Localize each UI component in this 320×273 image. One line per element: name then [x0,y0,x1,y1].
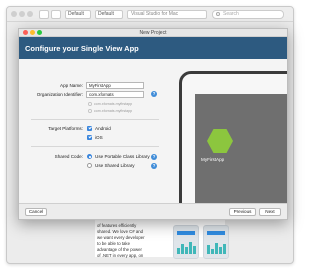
run-button[interactable] [39,10,49,19]
target-platforms-label: Target Platforms: [48,126,83,131]
document-preview: of features efficiently shared. We love … [95,215,229,259]
status-bar-text: Visual Studio for Mac [127,10,207,19]
phone-thumbnail [173,225,199,259]
shared-code-label: Shared Code: [54,154,83,159]
app-name-input[interactable]: MyFirstApp [86,82,144,89]
bundle-option-radio[interactable] [88,109,92,113]
previous-button[interactable]: Previous [229,208,256,216]
help-icon[interactable]: ? [151,91,157,97]
radio-portable-class-library[interactable] [87,154,92,159]
document-text: of features efficiently shared. We love … [97,223,145,258]
app-name-label: App Name: [60,83,83,88]
organization-identifier-label: Organization Identifier: [36,92,83,97]
zoom-window-button[interactable] [27,11,33,17]
dialog-footer: Cancel Previous Next [19,203,287,219]
ios-option-label: iOS [95,135,103,140]
dialog-titlebar: New Project [19,29,287,37]
portable-class-library-label: Use Portable Class Library [95,154,150,159]
section-divider [31,119,159,120]
phone-preview [179,71,287,219]
search-input[interactable]: Search [212,10,284,19]
shared-library-label: Use Shared Library [95,163,135,168]
radio-shared-library[interactable] [87,163,92,168]
android-option-label: Android [95,126,111,131]
stop-button[interactable] [51,10,61,19]
thumbnail-header [207,231,225,235]
checkbox-ios[interactable] [87,135,92,140]
ide-toolbar: Default Default Visual Studio for Mac Se… [7,7,293,22]
dialog-header-banner: Configure your Single View App [19,37,287,59]
search-placeholder: Search [223,11,239,17]
bundle-option-2: com.xfornats.myfirstapp [94,108,133,113]
dialog-heading: Configure your Single View App [25,44,139,53]
thumbnail-header [177,231,195,235]
bundle-option-radio[interactable] [88,102,92,106]
help-icon[interactable]: ? [151,162,157,169]
bundle-option-1: com.xfornats.myfirstapp [94,101,133,106]
device-dropdown[interactable]: Default [95,10,123,19]
minimize-window-button[interactable] [19,11,25,17]
close-window-button[interactable] [11,11,17,17]
organization-identifier-input[interactable]: com.xfornats [86,91,144,98]
section-divider [31,146,159,147]
configuration-dropdown[interactable]: Default [65,10,91,19]
next-button[interactable]: Next [259,208,281,216]
checkbox-android[interactable] [87,126,92,131]
help-icon[interactable]: ? [151,153,157,160]
preview-app-name: MyFirstApp [201,157,225,162]
search-icon [216,12,220,16]
new-project-dialog: New Project Configure your Single View A… [18,28,288,220]
dialog-window-title: New Project [139,30,167,36]
cancel-button[interactable]: Cancel [25,208,47,216]
thumbnail-chart [177,240,196,254]
phone-thumbnail [203,225,229,259]
thumbnail-chart [207,240,226,254]
